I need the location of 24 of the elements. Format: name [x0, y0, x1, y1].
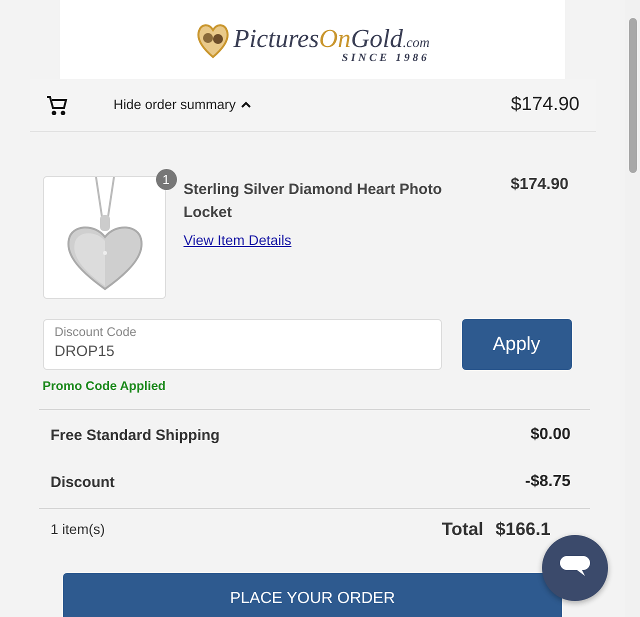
promo-message: Promo Code Applied	[42, 379, 167, 393]
discount-code-field[interactable]: Discount Code DROP15	[42, 319, 442, 370]
logo-wordmark: PicturesOnGold.com	[233, 26, 430, 52]
quantity-badge: 1	[156, 169, 176, 190]
field-label: Discount Code	[54, 325, 138, 339]
chat-button[interactable]	[542, 535, 608, 601]
line-label: Discount	[50, 474, 115, 490]
line-label: Free Standard Shipping	[50, 426, 220, 444]
logo-tagline: SINCE 1986	[342, 52, 430, 64]
line-amount: -$8.75	[525, 473, 570, 491]
apply-button[interactable]: Apply	[462, 319, 572, 370]
total-label: Total	[442, 518, 484, 540]
product-name: Sterling Silver Diamond Heart Photo Locket	[184, 180, 443, 223]
product-price: $174.90	[510, 176, 568, 194]
summary-total: $174.90	[510, 94, 580, 116]
cart-icon	[46, 94, 68, 115]
view-item-details-link[interactable]: View Item Details	[184, 232, 292, 248]
item-count: 1 item(s)	[50, 521, 105, 537]
discount-code-input[interactable]: DROP15	[54, 343, 430, 360]
chevron-icon	[240, 101, 251, 108]
order-summary-toggle[interactable]: Hide order summary	[114, 97, 251, 112]
place-order-button[interactable]: PLACE YOUR ORDER	[63, 573, 562, 617]
line-amount: $0.00	[530, 426, 570, 444]
total-amount: $166.1	[495, 518, 550, 540]
